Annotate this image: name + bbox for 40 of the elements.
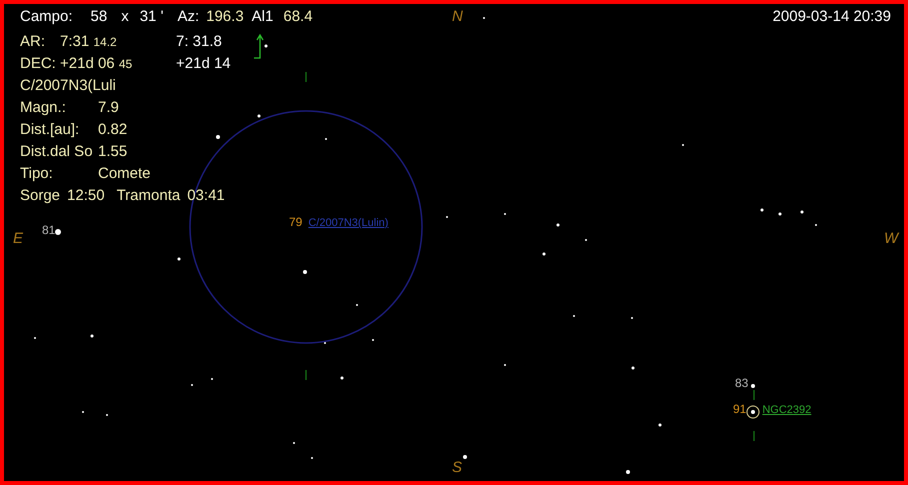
compass-direction: W xyxy=(884,230,898,247)
property-label: Dist.dal So xyxy=(19,142,93,160)
property-value: 0.82 xyxy=(98,120,128,138)
altitude-label: Al1 xyxy=(252,8,274,25)
coordinate-alt-value: +21d 14 xyxy=(176,54,231,72)
compass-direction: S xyxy=(452,459,462,476)
times-sign: x xyxy=(121,8,129,25)
azimuth-label: Az: xyxy=(177,8,200,25)
property-label: Magn.: xyxy=(19,98,66,116)
rise-label: Sorge xyxy=(20,186,60,204)
compass-direction: E xyxy=(13,230,24,247)
coordinate-alt-value: 7: 31.8 xyxy=(176,32,222,50)
object-number: 79 xyxy=(289,215,302,229)
object-name-label: NGC2392 xyxy=(762,404,812,416)
object-number: 83 xyxy=(735,376,748,390)
field-height: 31 ' xyxy=(140,8,164,25)
set-time: 03:41 xyxy=(187,186,225,204)
object-number: 91 xyxy=(733,402,746,416)
object-name: C/2007N3(Luli xyxy=(19,76,116,94)
compass-direction: N xyxy=(452,8,463,25)
azimuth-value: 196.3 xyxy=(206,8,244,25)
date-time: 2009-03-14 20:39 xyxy=(772,8,891,25)
object-number: 81 xyxy=(42,223,56,237)
coordinate-value: +21d 06 45 xyxy=(60,54,132,72)
field-width: 58 xyxy=(90,8,108,25)
property-value: 7.9 xyxy=(98,98,119,116)
object-name-label: C/2007N3(Lulin) xyxy=(308,217,388,229)
altitude-value: 68.4 xyxy=(283,8,313,25)
property-value: 1.55 xyxy=(98,142,128,160)
set-label: Tramonta xyxy=(116,186,180,204)
property-label: Tipo: xyxy=(19,164,53,182)
coordinate-label: DEC: xyxy=(19,54,56,72)
field-label: Campo: xyxy=(20,8,73,25)
coordinate-label: AR: xyxy=(19,32,46,50)
property-label: Dist.[au]: xyxy=(19,120,80,138)
rise-time: 12:50 xyxy=(67,186,105,204)
object-marker-icon xyxy=(746,406,760,418)
coordinate-value: 7:31 14.2 xyxy=(60,32,117,50)
direction-arrow-icon xyxy=(253,34,264,59)
property-value: Comete xyxy=(98,164,151,182)
